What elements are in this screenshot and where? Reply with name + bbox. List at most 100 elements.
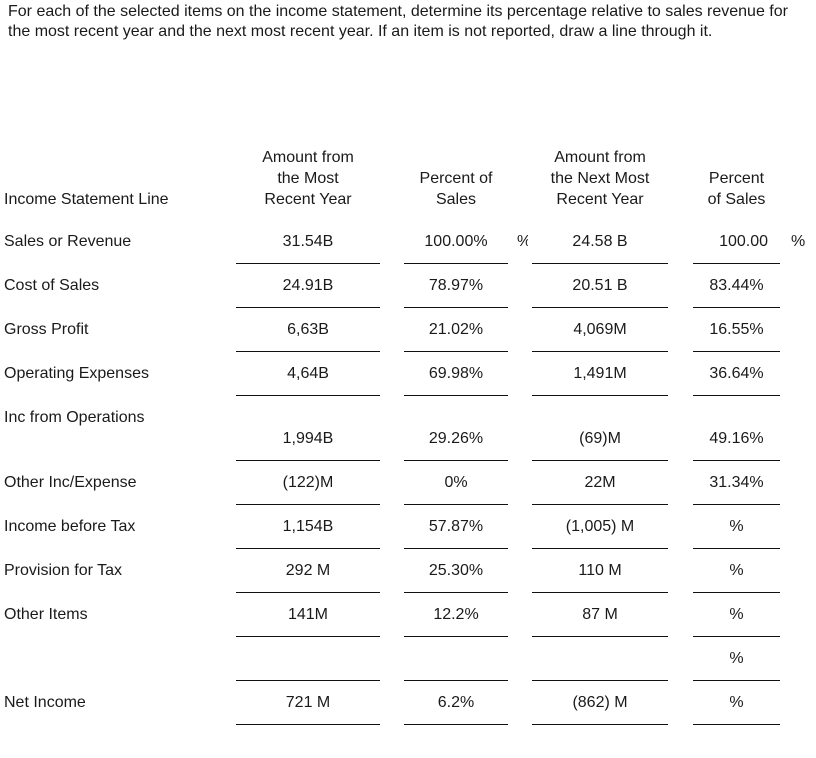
amount-recent-cell[interactable]: 24.91B bbox=[236, 276, 380, 296]
answer-underline bbox=[236, 636, 380, 637]
header-amount-recent-line-1: Amount from bbox=[262, 149, 354, 166]
amount-recent-cell[interactable]: 721 M bbox=[236, 693, 380, 713]
row-label: Other Items bbox=[4, 606, 88, 623]
header-income-statement-line: Income Statement Line bbox=[4, 191, 169, 208]
percent-recent-cell[interactable]: 69.98% bbox=[404, 364, 508, 384]
answer-underline bbox=[404, 395, 508, 396]
answer-underline bbox=[404, 351, 508, 352]
amount-next-cell[interactable]: 20.51 B bbox=[532, 276, 668, 296]
answer-underline bbox=[404, 504, 508, 505]
percent-next-cell[interactable]: 100.00 bbox=[693, 232, 768, 252]
amount-next-cell[interactable]: (69)M bbox=[532, 429, 668, 449]
percent-next-cell[interactable]: % bbox=[693, 561, 780, 581]
answer-underline bbox=[236, 592, 380, 593]
answer-underline bbox=[532, 636, 668, 637]
answer-underline bbox=[404, 307, 508, 308]
answer-underline bbox=[693, 263, 780, 264]
answer-underline bbox=[404, 548, 508, 549]
answer-underline bbox=[404, 263, 508, 264]
header-amount-recent-line-2: the Most bbox=[277, 170, 339, 187]
percent-next-cell[interactable]: % bbox=[693, 517, 780, 537]
header-percent-recent-line-2: Sales bbox=[435, 191, 477, 208]
percent-recent-cell[interactable]: 0% bbox=[404, 473, 508, 493]
percent-recent-cell[interactable]: 29.26% bbox=[404, 429, 508, 449]
row-label: Provision for Tax bbox=[4, 562, 122, 579]
row-label: Net Income bbox=[4, 694, 86, 711]
row-label: Operating Expenses bbox=[4, 365, 149, 382]
header-percent-next: Percent of Sales bbox=[693, 168, 780, 210]
row-label: Other Inc/Expense bbox=[4, 474, 137, 491]
answer-underline bbox=[693, 724, 780, 725]
answer-underline bbox=[693, 395, 780, 396]
percent-recent-cell[interactable]: 21.02% bbox=[404, 320, 508, 340]
answer-underline bbox=[532, 395, 668, 396]
answer-underline bbox=[532, 680, 668, 681]
amount-recent-cell[interactable]: 31.54B bbox=[236, 232, 380, 252]
amount-next-cell[interactable]: 24.58 B bbox=[532, 232, 668, 252]
answer-underline bbox=[532, 592, 668, 593]
header-percent-recent: Percent of Sales bbox=[404, 168, 508, 210]
amount-recent-cell[interactable]: 1,994B bbox=[236, 429, 380, 449]
percent-next-cell[interactable]: % bbox=[693, 605, 780, 625]
answer-underline bbox=[236, 504, 380, 505]
header-amount-next-line-2: the Next Most bbox=[550, 170, 650, 187]
answer-underline bbox=[236, 724, 380, 725]
amount-recent-cell[interactable]: (122)M bbox=[236, 473, 380, 493]
answer-underline bbox=[532, 307, 668, 308]
percent-recent-cell[interactable]: 12.2% bbox=[404, 605, 508, 625]
percent-next-cell[interactable]: 83.44% bbox=[693, 276, 780, 296]
percent-recent-cell[interactable]: 25.30% bbox=[404, 561, 508, 581]
amount-recent-cell[interactable]: 141M bbox=[236, 605, 380, 625]
percent-next-cell[interactable]: 16.55% bbox=[693, 320, 780, 340]
answer-underline bbox=[693, 548, 780, 549]
answer-underline bbox=[236, 351, 380, 352]
amount-next-cell[interactable]: (1,005) M bbox=[532, 517, 668, 537]
answer-underline bbox=[693, 680, 780, 681]
percent-next-cell[interactable]: % bbox=[693, 693, 780, 713]
answer-underline bbox=[693, 351, 780, 352]
amount-recent-cell[interactable]: 4,64B bbox=[236, 364, 380, 384]
percent-next-cell[interactable]: 36.64% bbox=[693, 364, 780, 384]
amount-next-cell[interactable]: 4,069M bbox=[532, 320, 668, 340]
percent-next-cell[interactable]: 31.34% bbox=[693, 473, 780, 493]
header-amount-next-line-1: Amount from bbox=[554, 149, 646, 166]
percent-recent-cell[interactable]: 6.2% bbox=[404, 693, 508, 713]
amount-recent-cell[interactable]: 292 M bbox=[236, 561, 380, 581]
percent-recent-cell[interactable]: 100.00% bbox=[404, 232, 508, 252]
answer-underline bbox=[693, 504, 780, 505]
answer-underline bbox=[693, 460, 780, 461]
answer-underline bbox=[404, 636, 508, 637]
amount-recent-cell[interactable]: 1,154B bbox=[236, 517, 380, 537]
amount-next-cell[interactable]: 1,491M bbox=[532, 364, 668, 384]
amount-next-cell[interactable]: 22M bbox=[532, 473, 668, 493]
header-amount-recent-line-3: Recent Year bbox=[264, 191, 352, 208]
answer-underline bbox=[532, 351, 668, 352]
answer-underline bbox=[532, 504, 668, 505]
row-label: Inc from Operations bbox=[4, 409, 145, 426]
amount-next-cell[interactable]: 110 M bbox=[532, 561, 668, 581]
percent-next-cell[interactable]: 49.16% bbox=[693, 429, 780, 449]
answer-underline bbox=[236, 307, 380, 308]
percent-recent-cell[interactable]: 78.97% bbox=[404, 276, 508, 296]
row-label: Gross Profit bbox=[4, 321, 89, 338]
header-amount-recent: Amount from the Most Recent Year bbox=[236, 147, 380, 210]
answer-underline bbox=[404, 592, 508, 593]
answer-underline bbox=[532, 460, 668, 461]
amount-next-cell[interactable]: (862) M bbox=[532, 693, 668, 713]
percent-recent-cell[interactable]: 57.87% bbox=[404, 517, 508, 537]
answer-underline bbox=[693, 636, 780, 637]
answer-underline bbox=[236, 395, 380, 396]
answer-underline bbox=[404, 680, 508, 681]
answer-underline bbox=[532, 263, 668, 264]
answer-underline bbox=[236, 548, 380, 549]
amount-next-cell[interactable]: 87 M bbox=[532, 605, 668, 625]
amount-recent-cell[interactable]: 6,63B bbox=[236, 320, 380, 340]
percent-next-cell[interactable]: % bbox=[693, 649, 780, 669]
answer-underline bbox=[236, 680, 380, 681]
header-amount-next: Amount from the Next Most Recent Year bbox=[532, 147, 668, 210]
answer-underline bbox=[693, 307, 780, 308]
answer-underline bbox=[693, 592, 780, 593]
header-percent-recent-line-1: Percent of bbox=[419, 170, 493, 187]
answer-underline bbox=[532, 548, 668, 549]
row-label: Income before Tax bbox=[4, 518, 136, 535]
